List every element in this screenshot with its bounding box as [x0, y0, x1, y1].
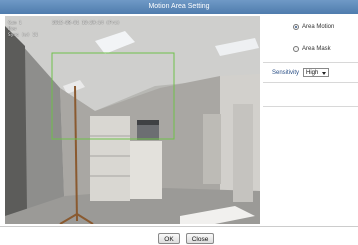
area-mask-radio[interactable] — [293, 46, 299, 52]
printer — [137, 124, 159, 140]
settings-panel: Area Motion Area Mask Sensitivity High — [263, 16, 358, 224]
chevron-down-icon — [322, 72, 326, 75]
area-mask-option[interactable]: Area Mask — [293, 46, 331, 52]
doorway — [233, 104, 253, 202]
left-wall-shadow — [5, 26, 27, 216]
sensitivity-select[interactable]: High — [303, 68, 329, 77]
sensitivity-label: Sensitivity — [272, 70, 300, 76]
camera-scene — [5, 16, 260, 224]
area-motion-radio[interactable] — [293, 24, 299, 30]
panel-divider — [263, 62, 358, 63]
sensitivity-value: High — [306, 70, 319, 76]
ok-button[interactable]: OK — [158, 233, 180, 244]
panel-divider — [263, 106, 358, 107]
close-button[interactable]: Close — [186, 233, 214, 244]
file-cabinet — [90, 116, 130, 201]
area-mask-label: Area Mask — [302, 46, 331, 52]
osd-subtitle: Sync (s) 11 — [8, 33, 38, 38]
panel-divider — [263, 82, 358, 83]
osd-timestamp: 2012-08-01 10:29:14 (Fri) — [52, 21, 120, 26]
area-motion-option[interactable]: Area Motion — [293, 24, 334, 30]
camera-preview[interactable]: Cam 1 2012-08-01 10:29:14 (Fri) Now Sync… — [5, 16, 260, 224]
counter-cabinet — [130, 141, 162, 199]
area-motion-label: Area Motion — [302, 24, 335, 30]
dialog-title: Motion Area Setting — [0, 0, 358, 14]
footer-divider — [0, 226, 358, 227]
shelf-unit — [203, 114, 221, 184]
